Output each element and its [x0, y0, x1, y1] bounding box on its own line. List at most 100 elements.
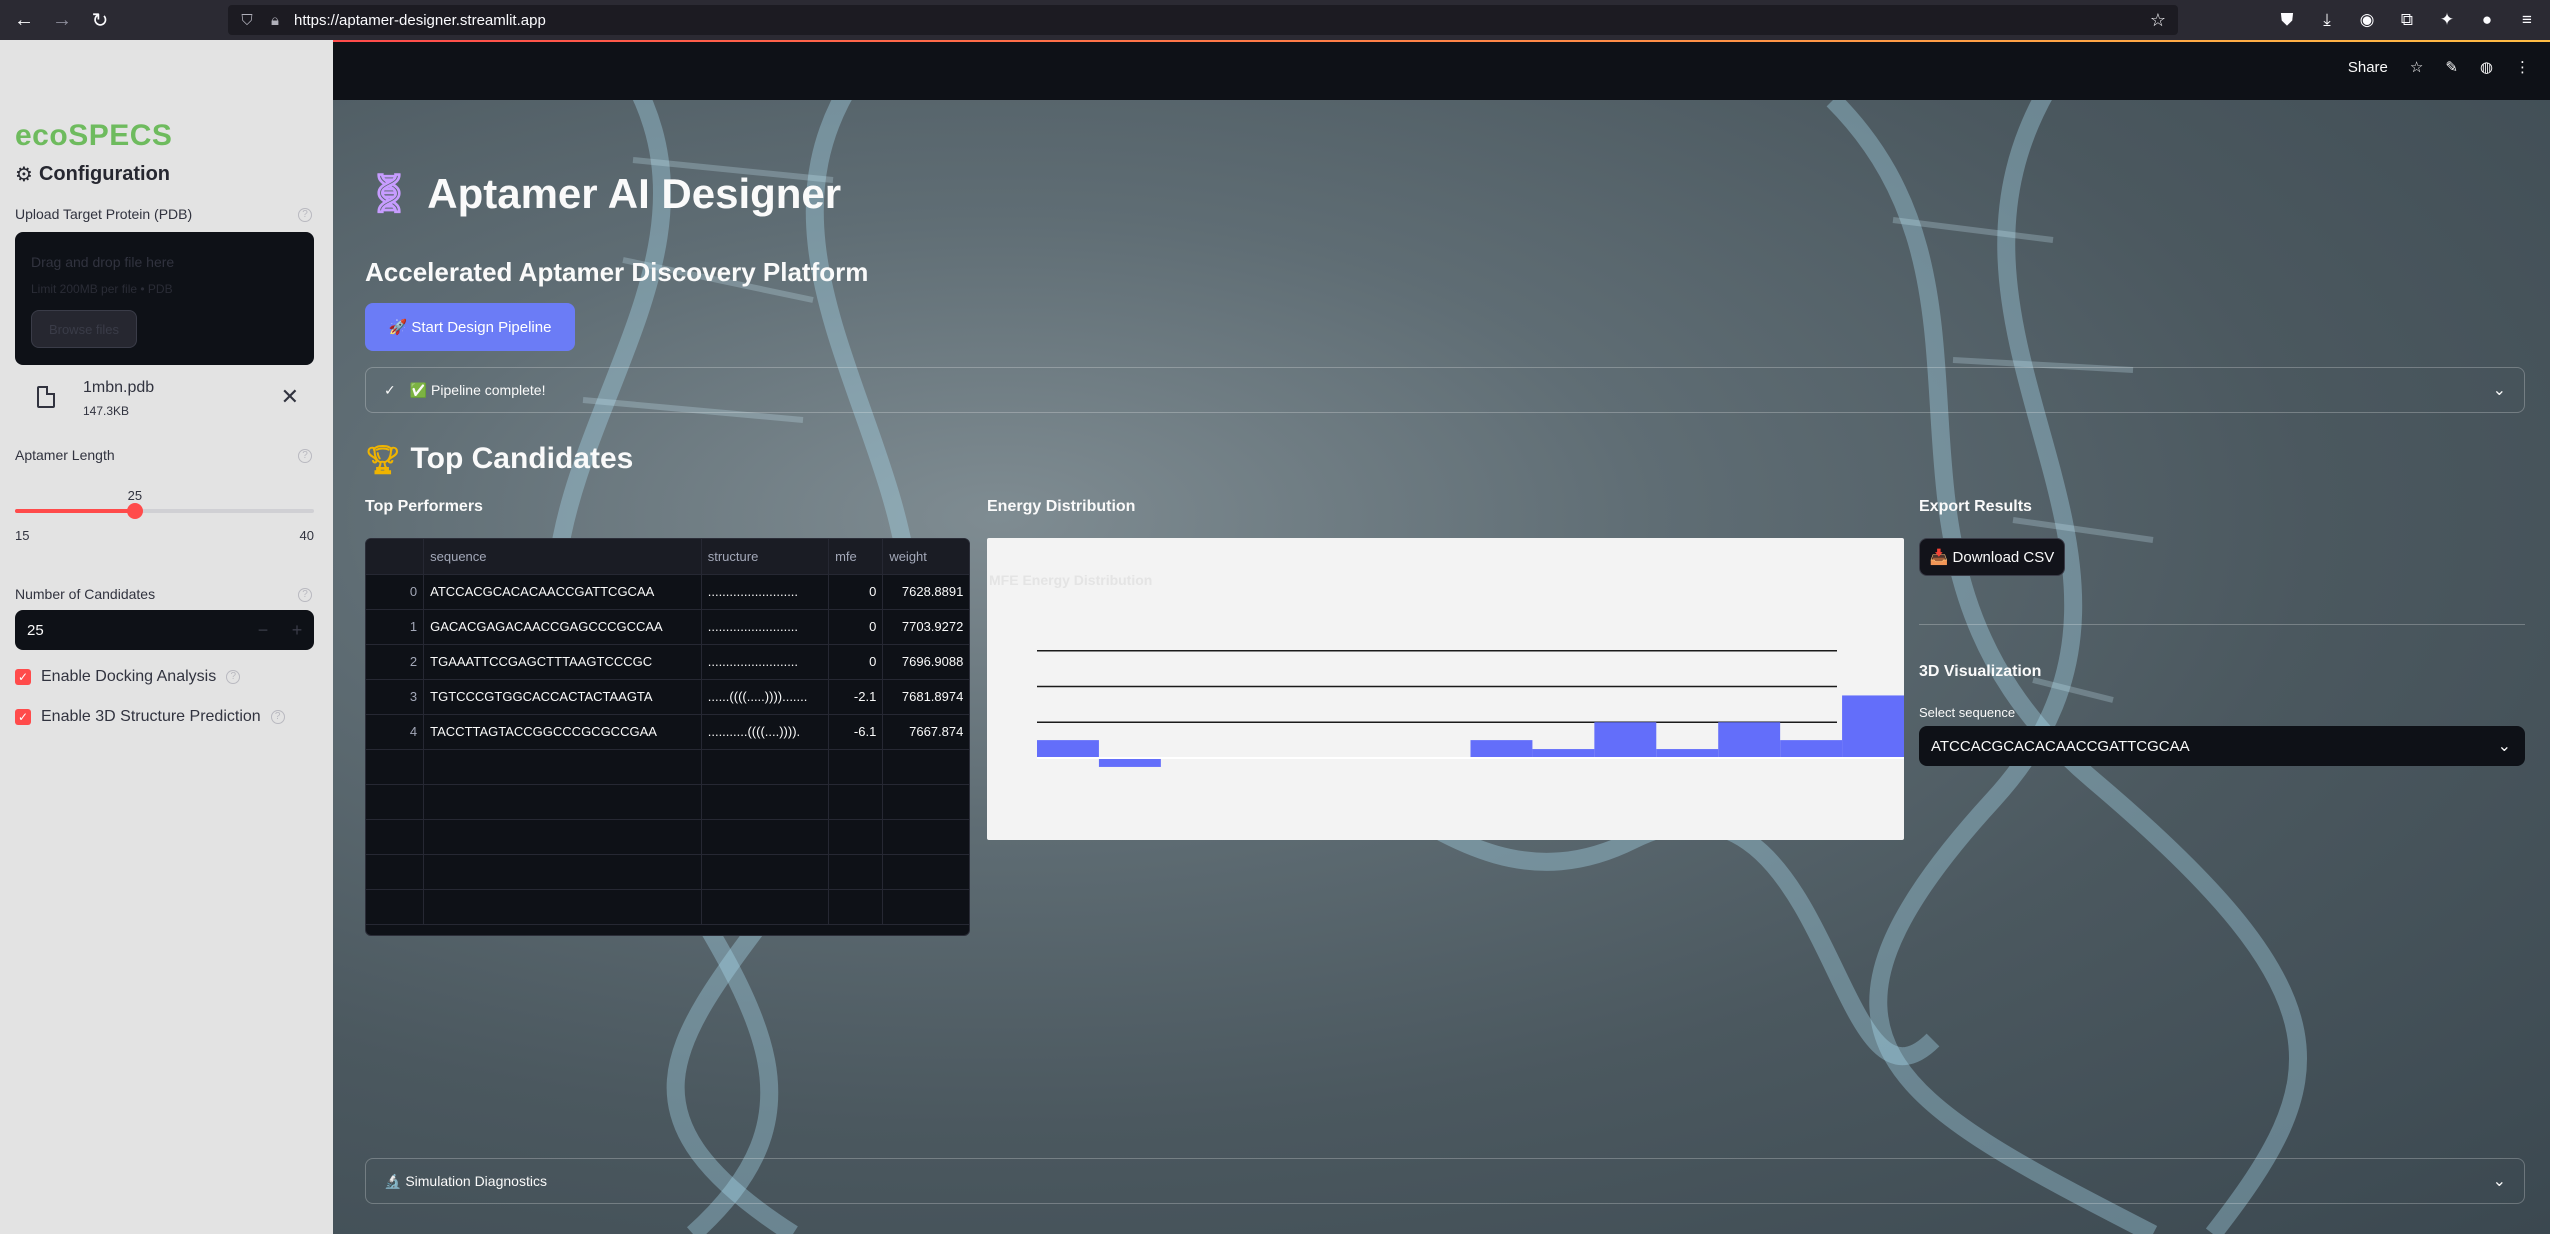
chart-bar[interactable] [1842, 695, 1904, 758]
table-cell[interactable]: -2.1 [828, 679, 884, 715]
menu-icon[interactable]: ≡ [2514, 6, 2540, 34]
extension-red-icon[interactable]: ● [2474, 6, 2500, 34]
candidates-input[interactable]: 25 − + [15, 610, 314, 650]
table-cell[interactable]: ...........((((....)))). [701, 714, 830, 750]
pocket-icon[interactable]: ⛊ [2274, 6, 2300, 34]
table-row[interactable]: 4 TACCTTAGTACCGGCCCGCGCCGAA ...........(((… [366, 714, 969, 750]
structure-checkbox[interactable]: ✓ Enable 3D Structure Prediction ? [15, 708, 285, 726]
remove-file-icon[interactable]: ✕ [281, 384, 299, 410]
address-bar[interactable]: ⛉ 🔒︎ https://aptamer-designer.streamlit.… [228, 5, 2178, 35]
table-cell[interactable]: 0 [366, 574, 425, 610]
energy-chart[interactable]: MFE Energy Distribution [987, 538, 1904, 840]
column-header[interactable] [366, 539, 425, 575]
url-text[interactable]: https://aptamer-designer.streamlit.app [294, 12, 546, 29]
chart-bar[interactable] [1780, 740, 1843, 758]
table-cell[interactable]: 7696.9088 [882, 644, 969, 680]
reload-icon[interactable]: ↻ [86, 6, 114, 34]
table-cell[interactable]: GACACGAGACAACCGAGCCCGCCAA [423, 609, 702, 645]
chart-bar[interactable] [1594, 722, 1657, 758]
table-cell[interactable]: -6.1 [828, 714, 884, 750]
table-cell[interactable]: ......................... [701, 644, 830, 680]
table-cell[interactable]: TGTCCCGTGGCACCACTACTAAGTA [423, 679, 702, 715]
chart-bar[interactable] [1532, 749, 1595, 758]
chart-bar[interactable] [1098, 758, 1161, 767]
diagnostics-expander[interactable]: 🔬 Simulation Diagnostics ⌄ [365, 1158, 2525, 1204]
slider-thumb[interactable] [126, 503, 143, 519]
candidates-value[interactable]: 25 [15, 622, 246, 639]
column-header[interactable]: sequence [423, 539, 702, 575]
pipeline-status-expander[interactable]: ✓ ✅ Pipeline complete! ⌄ [365, 367, 2525, 413]
table-cell[interactable]: 0 [828, 574, 884, 610]
table-cell[interactable]: 7628.8891 [882, 574, 969, 610]
table-cell[interactable]: 3 [366, 679, 425, 715]
chevron-down-icon[interactable]: ⌄ [2493, 380, 2506, 400]
candidates-table[interactable]: sequencestructuremfeweightmodel_path 0AT… [365, 538, 970, 936]
shield-icon[interactable]: ⛉ [238, 12, 256, 29]
download-csv-button[interactable]: 📥 Download CSV [1919, 538, 2065, 576]
github-icon[interactable]: ◍ [2480, 58, 2493, 76]
extension-fox-icon[interactable]: ✦ [2434, 6, 2460, 34]
file-dropzone[interactable]: Drag and drop file here Limit 200MB per … [15, 232, 314, 365]
help-icon[interactable]: ? [226, 670, 241, 684]
back-icon[interactable]: ← [10, 6, 38, 34]
table-cell[interactable]: 7681.8974 [882, 679, 969, 715]
start-pipeline-button[interactable]: 🚀 Start Design Pipeline [365, 303, 575, 351]
column-header[interactable]: weight [882, 539, 969, 575]
sequence-select[interactable]: ATCCACGCACACAACCGATTCGCAA ⌄ [1919, 726, 2525, 766]
help-icon[interactable]: ? [298, 449, 312, 463]
table-row[interactable]: 3 TGTCCCGTGGCACCACTACTAAGTA ......((((....… [366, 679, 969, 715]
header-decoration [333, 40, 2550, 42]
checkmark-icon[interactable]: ✓ [15, 669, 31, 685]
visualization-label: 3D Visualization [1919, 663, 2042, 680]
table-cell[interactable]: TGAAATTCCGAGCTTTAAGTCCCGC [423, 644, 702, 680]
help-icon[interactable]: ? [270, 710, 285, 724]
table-cell[interactable]: ......................... [701, 609, 830, 645]
account-icon[interactable]: ◉ [2354, 6, 2380, 34]
download-icon[interactable]: ⤓ [2314, 6, 2340, 34]
chevron-down-icon[interactable]: ⌄ [2498, 736, 2511, 756]
table-cell[interactable]: ......................... [701, 574, 830, 610]
table-cell[interactable]: ATCCACGCACACAACCGATTCGCAA [423, 574, 702, 610]
share-button[interactable]: Share [2348, 59, 2388, 76]
help-icon[interactable]: ? [298, 588, 312, 602]
table-cell[interactable]: 0 [828, 609, 884, 645]
decrement-icon[interactable]: − [246, 620, 280, 641]
docking-checkbox[interactable]: ✓ Enable Docking Analysis ? [15, 668, 241, 686]
table-cell [366, 854, 425, 890]
chart-bar[interactable] [1718, 722, 1781, 758]
streamlit-app: ecoSPECS ⚙ Configuration Upload Target P… [0, 40, 2550, 1234]
export-label: Export Results [1919, 498, 2032, 515]
column-header[interactable]: mfe [828, 539, 884, 575]
table-cell[interactable]: TACCTTAGTACCGGCCCGCGCCGAA [423, 714, 702, 750]
browse-files-button[interactable]: Browse files [31, 310, 137, 348]
table-cell[interactable]: 4 [366, 714, 425, 750]
table-row[interactable]: 1 GACACGAGACAACCGAGCCCGCCAA..............… [366, 609, 969, 645]
table-cell[interactable]: 7703.9272 [882, 609, 969, 645]
more-menu-icon[interactable]: ⋮ [2515, 58, 2530, 76]
help-icon[interactable]: ? [298, 208, 312, 222]
table-row[interactable]: 0 ATCCACGCACACAACCGATTCGCAA..............… [366, 574, 969, 610]
table-cell[interactable]: 2 [366, 644, 425, 680]
table-cell[interactable]: 1 [366, 609, 425, 645]
column-header[interactable]: structure [701, 539, 830, 575]
forward-icon[interactable]: → [48, 6, 76, 34]
chart-bar[interactable] [1037, 740, 1099, 758]
table-cell[interactable]: 7667.874 [882, 714, 969, 750]
chart-bar[interactable] [1470, 740, 1533, 758]
edit-icon[interactable]: ✎ [2445, 58, 2458, 76]
table-cell [366, 784, 425, 820]
lock-icon[interactable]: 🔒︎ [266, 12, 284, 29]
table-cell[interactable]: 0 [828, 644, 884, 680]
chevron-down-icon[interactable]: ⌄ [2493, 1171, 2506, 1191]
star-icon[interactable]: ☆ [2410, 58, 2423, 76]
table-cell[interactable]: ......((((.....))))....... [701, 679, 830, 715]
slider-track[interactable] [15, 503, 314, 519]
length-slider[interactable]: 25 15 40 [15, 488, 314, 568]
increment-icon[interactable]: + [280, 620, 314, 641]
chart-bar[interactable] [1656, 749, 1719, 758]
selected-sequence[interactable]: ATCCACGCACACAACCGATTCGCAA [1931, 738, 2190, 755]
checkmark-icon[interactable]: ✓ [15, 709, 31, 725]
extensions-icon[interactable]: ⧉ [2394, 6, 2420, 34]
bookmark-star-icon[interactable]: ☆ [2150, 10, 2166, 31]
table-row[interactable]: 2 TGAAATTCCGAGCTTTAAGTCCCGC..............… [366, 644, 969, 680]
